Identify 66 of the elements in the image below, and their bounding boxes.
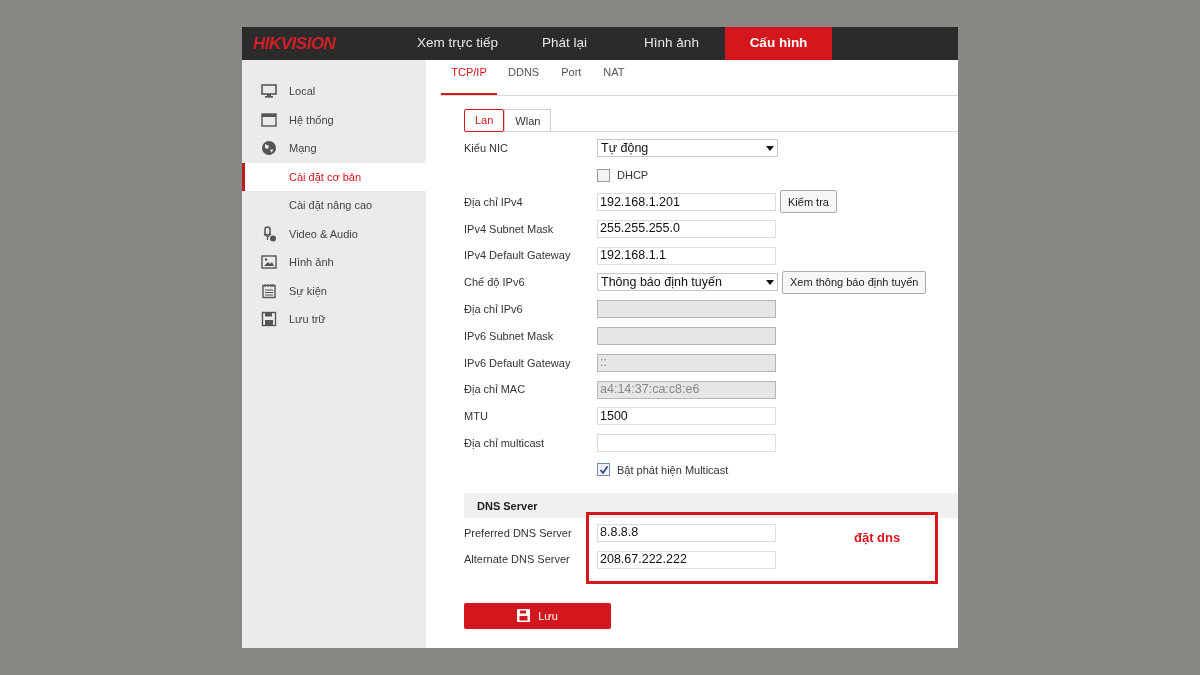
tab[interactable]: NAT	[592, 59, 636, 95]
text-field[interactable]: 192.168.1.1	[597, 246, 776, 265]
globe-icon	[261, 140, 277, 157]
field-label: IPv6 Default Gateway	[464, 355, 572, 371]
logo: HIKVISION	[252, 32, 337, 55]
checkbox-label: DHCP	[617, 167, 649, 183]
caret-icon	[766, 279, 774, 285]
tab[interactable]: Port	[550, 59, 593, 95]
sidebar-label: Local	[289, 84, 316, 99]
caret-icon	[766, 145, 774, 151]
sidebar-item[interactable]: Mạng	[242, 134, 426, 163]
subtab[interactable]: Wlan	[504, 109, 552, 132]
image-icon	[261, 254, 277, 271]
section-header: DNS Server	[464, 493, 958, 519]
sidebar-item[interactable]: Video & Audio	[242, 219, 426, 248]
action-button[interactable]: Kiểm tra	[780, 190, 837, 214]
field-label: Chế độ IPv6	[464, 275, 526, 291]
field-label: IPv4 Subnet Mask	[464, 221, 555, 237]
action-button[interactable]: Xem thông báo định tuyến	[782, 270, 927, 294]
sidebar-label: Video & Audio	[289, 226, 358, 242]
field-label: Kiểu NIC	[464, 141, 510, 157]
sidebar-item[interactable]: Local	[242, 77, 426, 106]
sidebar-label: Mạng	[289, 141, 317, 156]
sidebar-item[interactable]: Sự kiện	[242, 276, 426, 305]
tab[interactable]: DDNS	[497, 59, 551, 95]
field-label: Địa chỉ IPv4	[464, 194, 524, 210]
save-button[interactable]: Lưu	[464, 602, 611, 629]
text-field[interactable]: 1500	[597, 407, 776, 426]
sidebar-item[interactable]: Hình ảnh	[242, 248, 426, 277]
calendar-icon	[261, 282, 277, 299]
dropdown[interactable]: Tự động	[597, 139, 778, 158]
dropdown[interactable]: Thông báo định tuyến	[597, 273, 778, 292]
sidebar-item[interactable]: Hệ thống	[242, 105, 426, 134]
window-icon	[261, 111, 277, 128]
sidebar-subitem[interactable]: Cài đặt cơ bản	[242, 162, 426, 191]
monitor-icon	[261, 83, 277, 100]
field-label: Địa chỉ multicast	[464, 435, 546, 451]
text-field[interactable]: 8.8.8.8	[597, 523, 776, 542]
text-field[interactable]: 208.67.222.222	[597, 550, 776, 569]
subtab[interactable]: Lan	[464, 109, 505, 132]
sidebar-subitem[interactable]: Cài đặt nâng cao	[242, 191, 426, 220]
field-label: Preferred DNS Server	[464, 525, 573, 541]
field-label: IPv4 Default Gateway	[464, 248, 572, 264]
sidebar-label: Lưu trữ	[289, 312, 326, 327]
sidebar-label: Hệ thống	[289, 112, 334, 128]
text-field[interactable]: 255.255.255.0	[597, 219, 776, 238]
tab[interactable]: TCP/IP	[441, 59, 497, 95]
field-label: Địa chỉ IPv6	[464, 301, 524, 317]
sidebar-label: Sự kiện	[289, 283, 327, 299]
annotation-text: đặt dns	[854, 529, 901, 548]
checkbox[interactable]	[597, 463, 610, 477]
nav-tab[interactable]: Hình ảnh	[618, 27, 725, 60]
nav-tab[interactable]: Xem trực tiếp	[404, 27, 511, 60]
sidebar-item[interactable]: Lưu trữ	[242, 305, 426, 334]
field-label: MTU	[464, 409, 489, 425]
sidebar-label: Hình ảnh	[289, 255, 334, 270]
field-label: Alternate DNS Server	[464, 552, 571, 568]
microphone-icon	[261, 225, 277, 242]
text-field[interactable]: 192.168.1.201	[597, 193, 776, 211]
text-field[interactable]	[597, 434, 776, 453]
checkbox-label: Bật phát hiện Multicast	[617, 462, 729, 478]
field-label: IPv6 Subnet Mask	[464, 328, 555, 344]
checkbox[interactable]	[597, 168, 610, 182]
nav-tab[interactable]: Phát lại	[511, 27, 618, 60]
nav-tab[interactable]: Cấu hình	[725, 27, 832, 60]
field-label: Địa chỉ MAC	[464, 382, 527, 398]
